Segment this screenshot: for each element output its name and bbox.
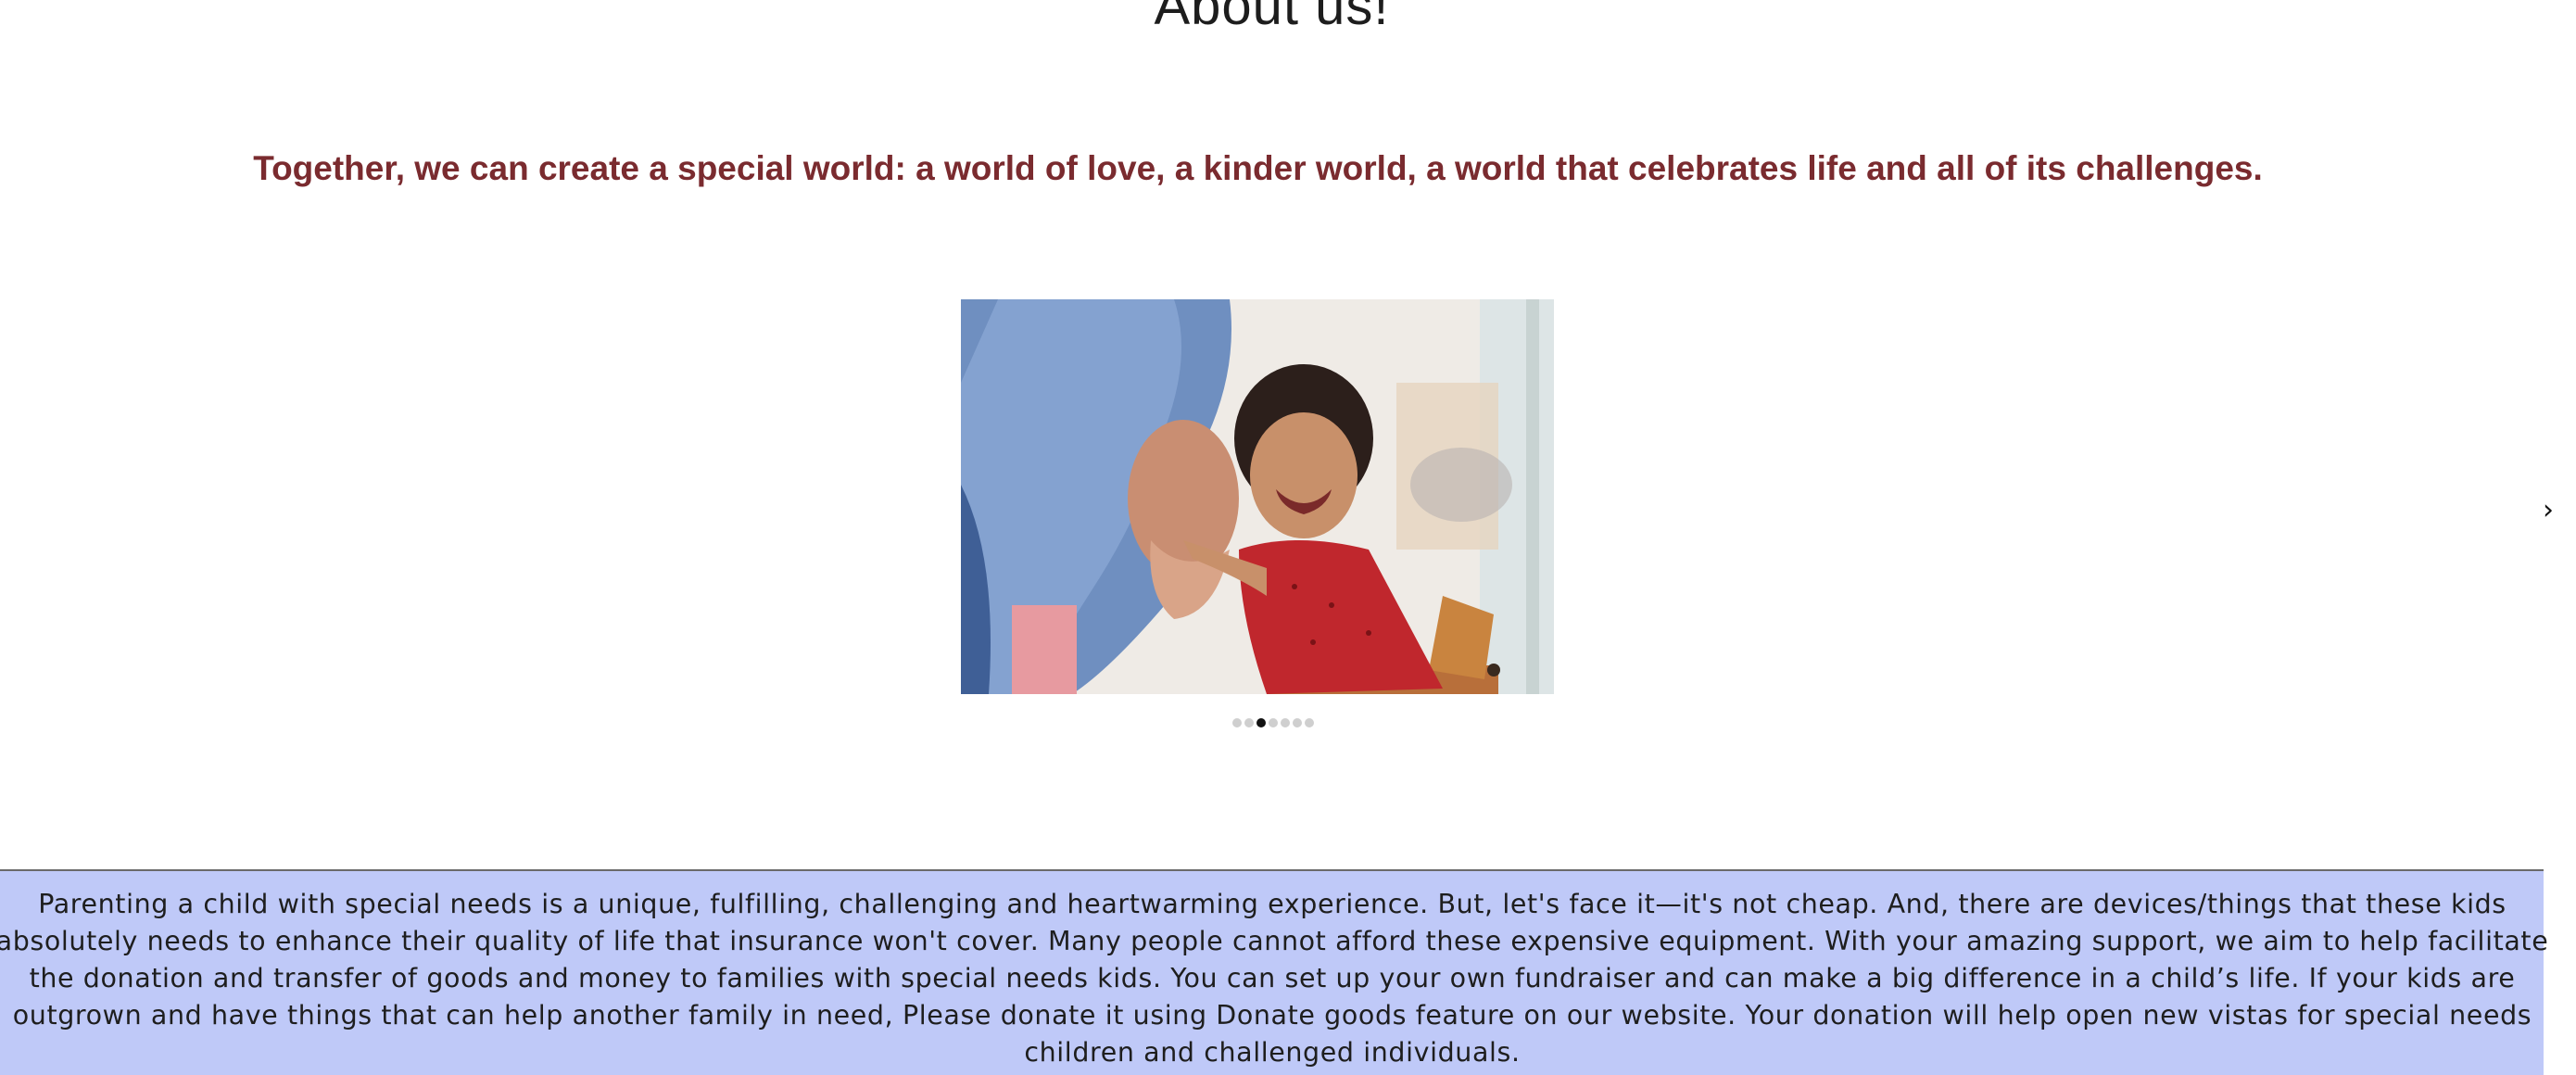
slider-pagination xyxy=(1232,718,1314,727)
slider-dot-5[interactable] xyxy=(1281,718,1290,727)
slider-dot-2[interactable] xyxy=(1244,718,1254,727)
slide-photo-illustration xyxy=(961,299,1554,694)
slider-dot-6[interactable] xyxy=(1293,718,1302,727)
page: About us! Together, we can create a spec… xyxy=(0,0,2576,1075)
about-heading: About us! xyxy=(1154,0,1390,36)
chevron-right-icon[interactable]: › xyxy=(2535,495,2561,526)
slider-dot-3[interactable] xyxy=(1256,718,1266,727)
info-section: Parenting a child with special needs is … xyxy=(0,869,2548,1075)
slide-image xyxy=(961,299,1554,694)
info-paragraph: Parenting a child with special needs is … xyxy=(0,889,2549,1068)
slider-dot-4[interactable] xyxy=(1269,718,1278,727)
image-slider[interactable] xyxy=(961,299,1554,694)
slider-dot-7[interactable] xyxy=(1305,718,1314,727)
slider-dot-1[interactable] xyxy=(1232,718,1242,727)
about-tagline: Together, we can create a special world:… xyxy=(253,149,2263,187)
